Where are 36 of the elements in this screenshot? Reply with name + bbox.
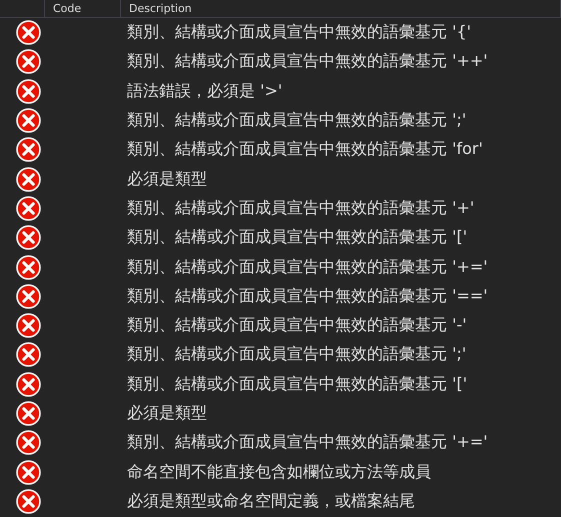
- column-header[interactable]: Code: [53, 2, 82, 15]
- error-description: 類別、結構或介面成員宣告中無效的語彙基元 '++': [126, 51, 488, 70]
- error-description: 必須是類型: [126, 168, 207, 188]
- error-icon: [16, 49, 41, 74]
- error-description: 類別、結構或介面成員宣告中無效的語彙基元 '+=': [126, 432, 488, 452]
- error-description: 類別、結構或介面成員宣告中無效的語彙基元 '-': [126, 315, 467, 334]
- error-description: 語法錯誤，必須是 '>': [126, 80, 282, 100]
- error-icon: [16, 342, 41, 368]
- error-description: 類別、結構或介面成員宣告中無效的語彙基元 '{': [126, 22, 472, 42]
- error-icon: [16, 372, 41, 397]
- error-description: 類別、結構或介面成員宣告中無效的語彙基元 ';': [126, 344, 466, 364]
- error-description: 類別、結構或介面成員宣告中無效的語彙基元 '+': [126, 198, 474, 217]
- error-icon: [16, 254, 41, 280]
- error-icon: [16, 225, 41, 250]
- error-description: 必須是類型: [126, 403, 207, 422]
- error-description: 類別、結構或介面成員宣告中無效的語彙基元 'for': [126, 139, 483, 158]
- error-icon: [16, 137, 41, 162]
- error-icon: [16, 284, 41, 309]
- error-icon: [16, 166, 41, 192]
- error-description: 類別、結構或介面成員宣告中無效的語彙基元 '==': [126, 286, 488, 305]
- error-description: 類別、結構或介面成員宣告中無效的語彙基元 ';': [126, 110, 466, 130]
- error-icon: [16, 196, 41, 221]
- column-header[interactable]: Description: [129, 2, 192, 15]
- error-description: 必須是類型或命名空間定義，或檔案結尾: [126, 490, 415, 510]
- error-icon: [16, 20, 41, 46]
- error-description: 類別、結構或介面成員宣告中無效的語彙基元 '[': [126, 374, 468, 393]
- error-description: 命名空間不能直接包含如欄位或方法等成員: [126, 462, 431, 481]
- error-description: 類別、結構或介面成員宣告中無效的語彙基元 '+=': [126, 256, 488, 276]
- error-icon: [16, 78, 41, 104]
- error-icon: [16, 460, 41, 485]
- error-description: 類別、結構或介面成員宣告中無效的語彙基元 '[': [126, 227, 468, 246]
- error-icon: [16, 401, 41, 426]
- error-icon: [16, 488, 41, 514]
- error-icon: [16, 430, 41, 456]
- error-icon: [16, 108, 41, 134]
- error-icon: [16, 313, 41, 338]
